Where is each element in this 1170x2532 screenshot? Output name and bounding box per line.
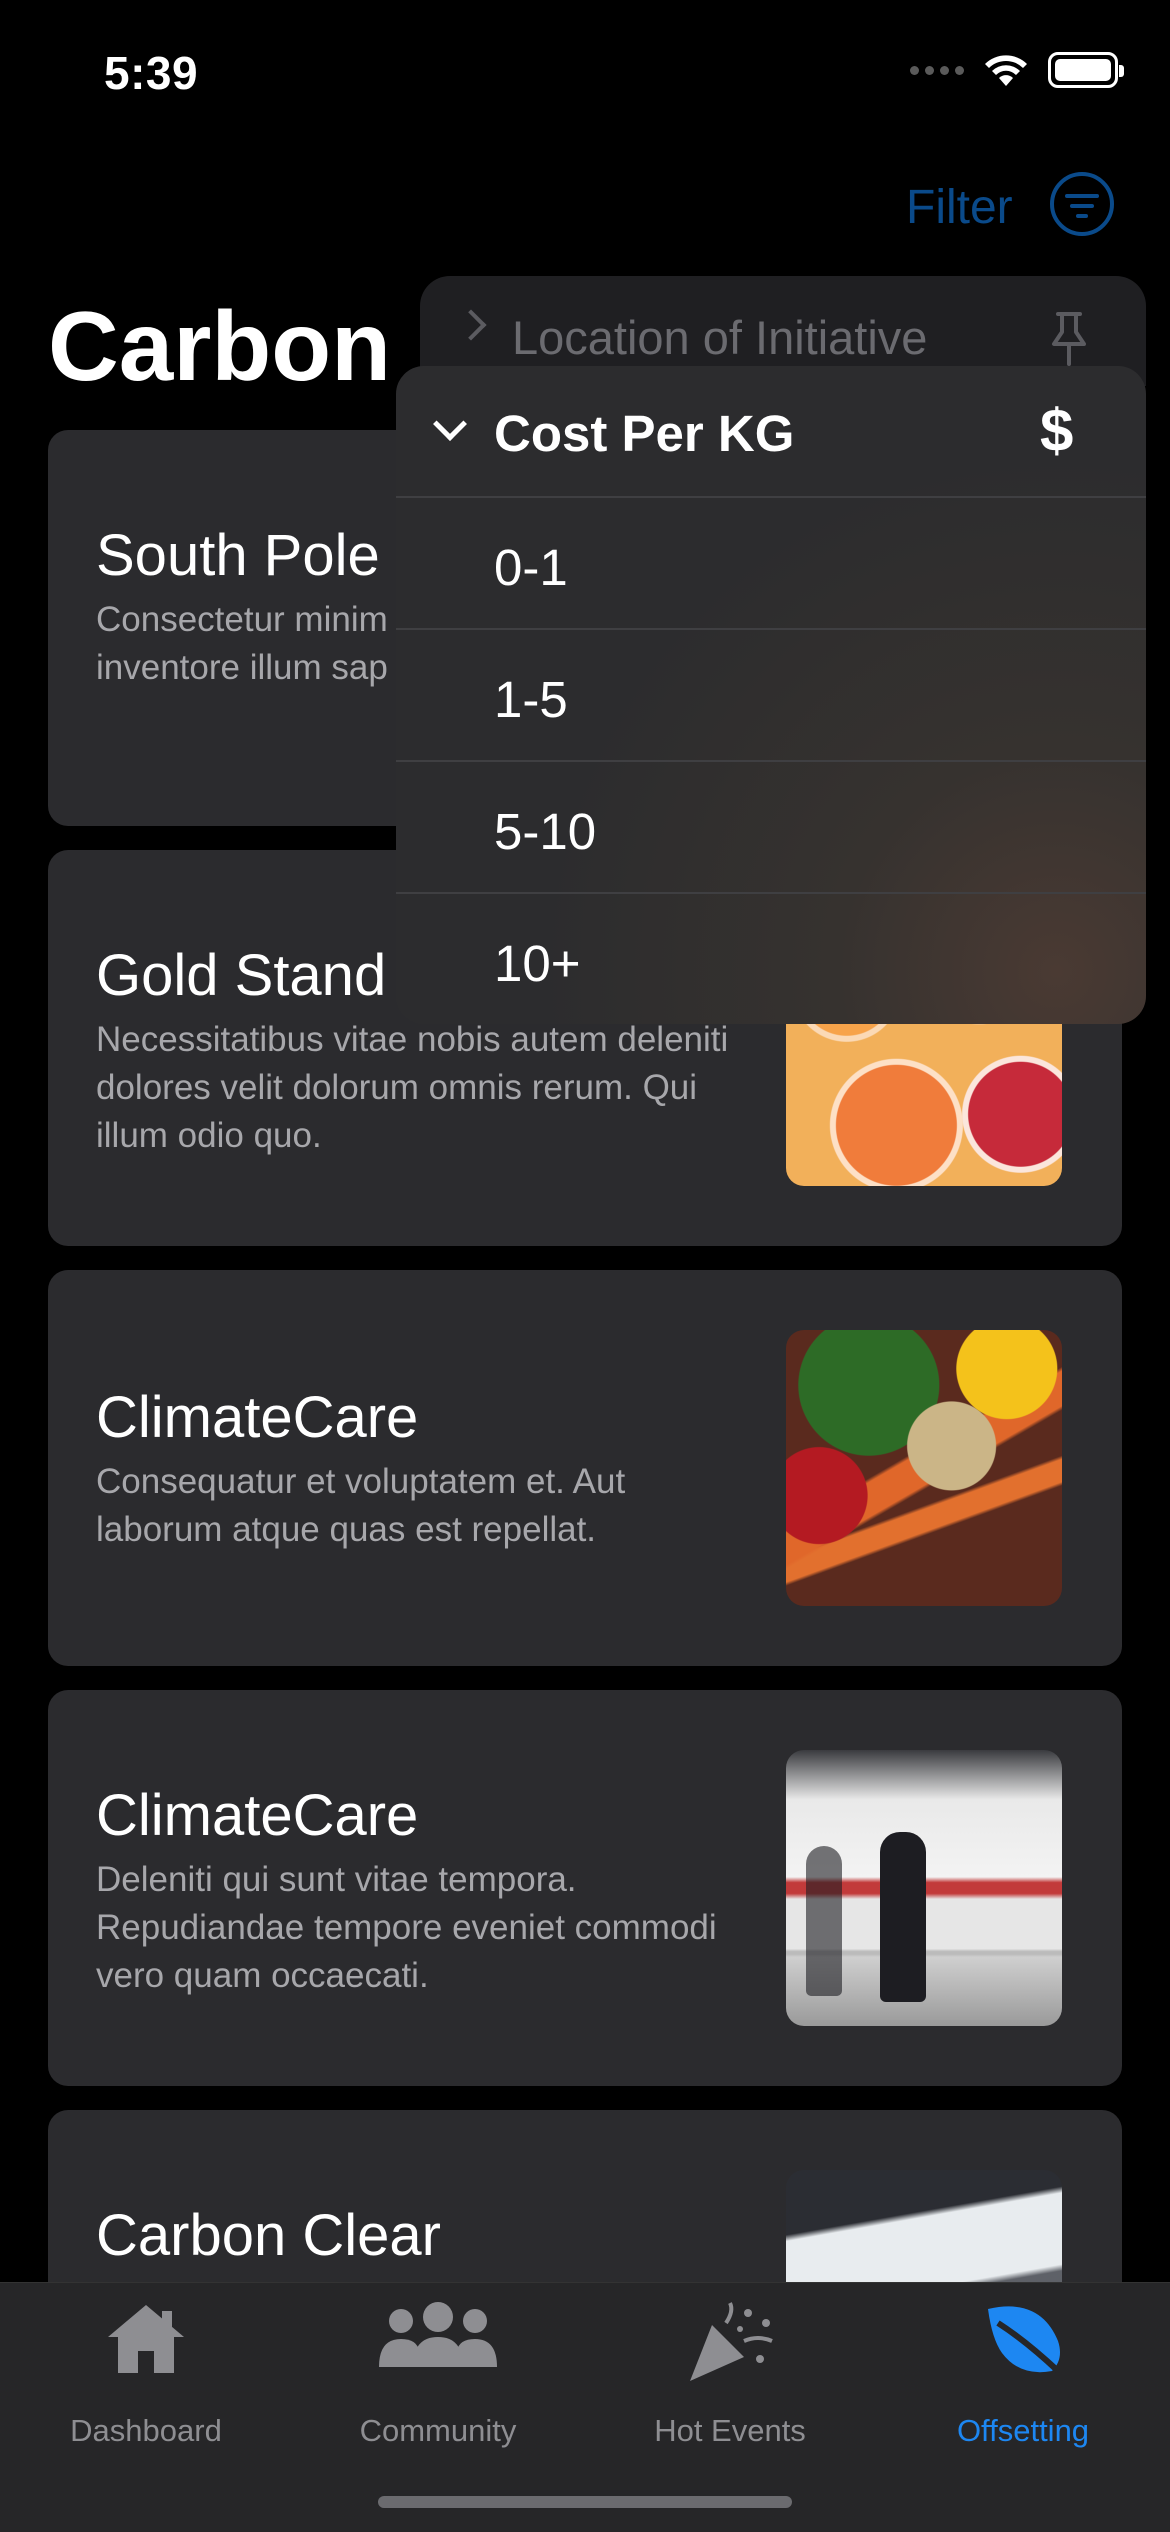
house-icon — [108, 2305, 184, 2373]
filter-icon[interactable] — [1050, 172, 1114, 236]
project-image — [786, 1750, 1062, 2026]
card-title: ClimateCare — [96, 1783, 419, 1848]
chevron-down-icon — [433, 407, 467, 441]
tab-community[interactable]: Community — [308, 2301, 568, 2451]
cellular-icon — [910, 65, 964, 75]
party-popper-icon — [690, 2302, 773, 2381]
card-title: ClimateCare — [96, 1385, 419, 1450]
page-title: Carbon — [48, 291, 391, 401]
filter-section-label: Location of Initiative — [512, 311, 928, 364]
tab-offsetting[interactable]: Offsetting — [893, 2301, 1153, 2451]
status-icons — [910, 52, 1124, 88]
project-card[interactable]: ClimateCare Deleniti qui sunt vitae temp… — [48, 1690, 1122, 2086]
battery-icon — [1048, 52, 1124, 88]
filter-option[interactable]: 5-10 — [396, 762, 1146, 894]
tab-label: Offsetting — [956, 2413, 1090, 2448]
card-title: South Pole — [96, 523, 380, 588]
card-description: Deleniti qui sunt vitae tempora. Repudia… — [96, 1860, 717, 1995]
card-description: Consequatur et voluptatem et. Aut laboru… — [96, 1462, 626, 1549]
tab-bar: Dashboard Community Hot Events Offsettin… — [0, 2282, 1170, 2532]
filter-option[interactable]: 0-1 — [396, 498, 1146, 630]
card-description: Necessitatibus vitae nobis autem delenit… — [96, 1020, 729, 1155]
status-time: 5:39 — [104, 47, 199, 99]
filter-option-label: 10+ — [494, 935, 581, 992]
project-image — [786, 1330, 1062, 1606]
filter-section-cost-header[interactable]: Cost Per KG $ — [396, 366, 1146, 498]
leaf-icon — [988, 2306, 1061, 2374]
dollar-icon: $ — [1040, 397, 1074, 464]
wifi-icon — [985, 55, 1027, 86]
chevron-right-icon — [455, 309, 487, 341]
filter-option-label: 0-1 — [494, 539, 568, 596]
filter-option[interactable]: 1-5 — [396, 630, 1146, 762]
pin-icon — [1052, 312, 1086, 366]
project-card[interactable]: ClimateCare Consequatur et voluptatem et… — [48, 1270, 1122, 1666]
filter-option[interactable]: 10+ — [396, 894, 1146, 1024]
tab-label: Dashboard — [70, 2413, 222, 2448]
tab-dashboard[interactable]: Dashboard — [16, 2301, 276, 2451]
card-title: Gold Stand — [96, 943, 387, 1008]
filter-dropdown-menu: Cost Per KG $ 0-1 1-5 5-10 10+ — [396, 366, 1146, 1024]
filter-section-title: Cost Per KG — [494, 405, 795, 462]
filter-option-label: 5-10 — [494, 803, 597, 860]
filter-button[interactable]: Filter — [906, 180, 1013, 235]
tab-label: Community — [359, 2413, 517, 2448]
filter-option-label: 1-5 — [494, 671, 568, 728]
home-indicator — [378, 2496, 792, 2508]
tab-label: Hot Events — [654, 2413, 806, 2448]
card-title: Carbon Clear — [96, 2203, 441, 2268]
tab-hot-events[interactable]: Hot Events — [600, 2301, 860, 2451]
people-icon — [379, 2302, 497, 2367]
